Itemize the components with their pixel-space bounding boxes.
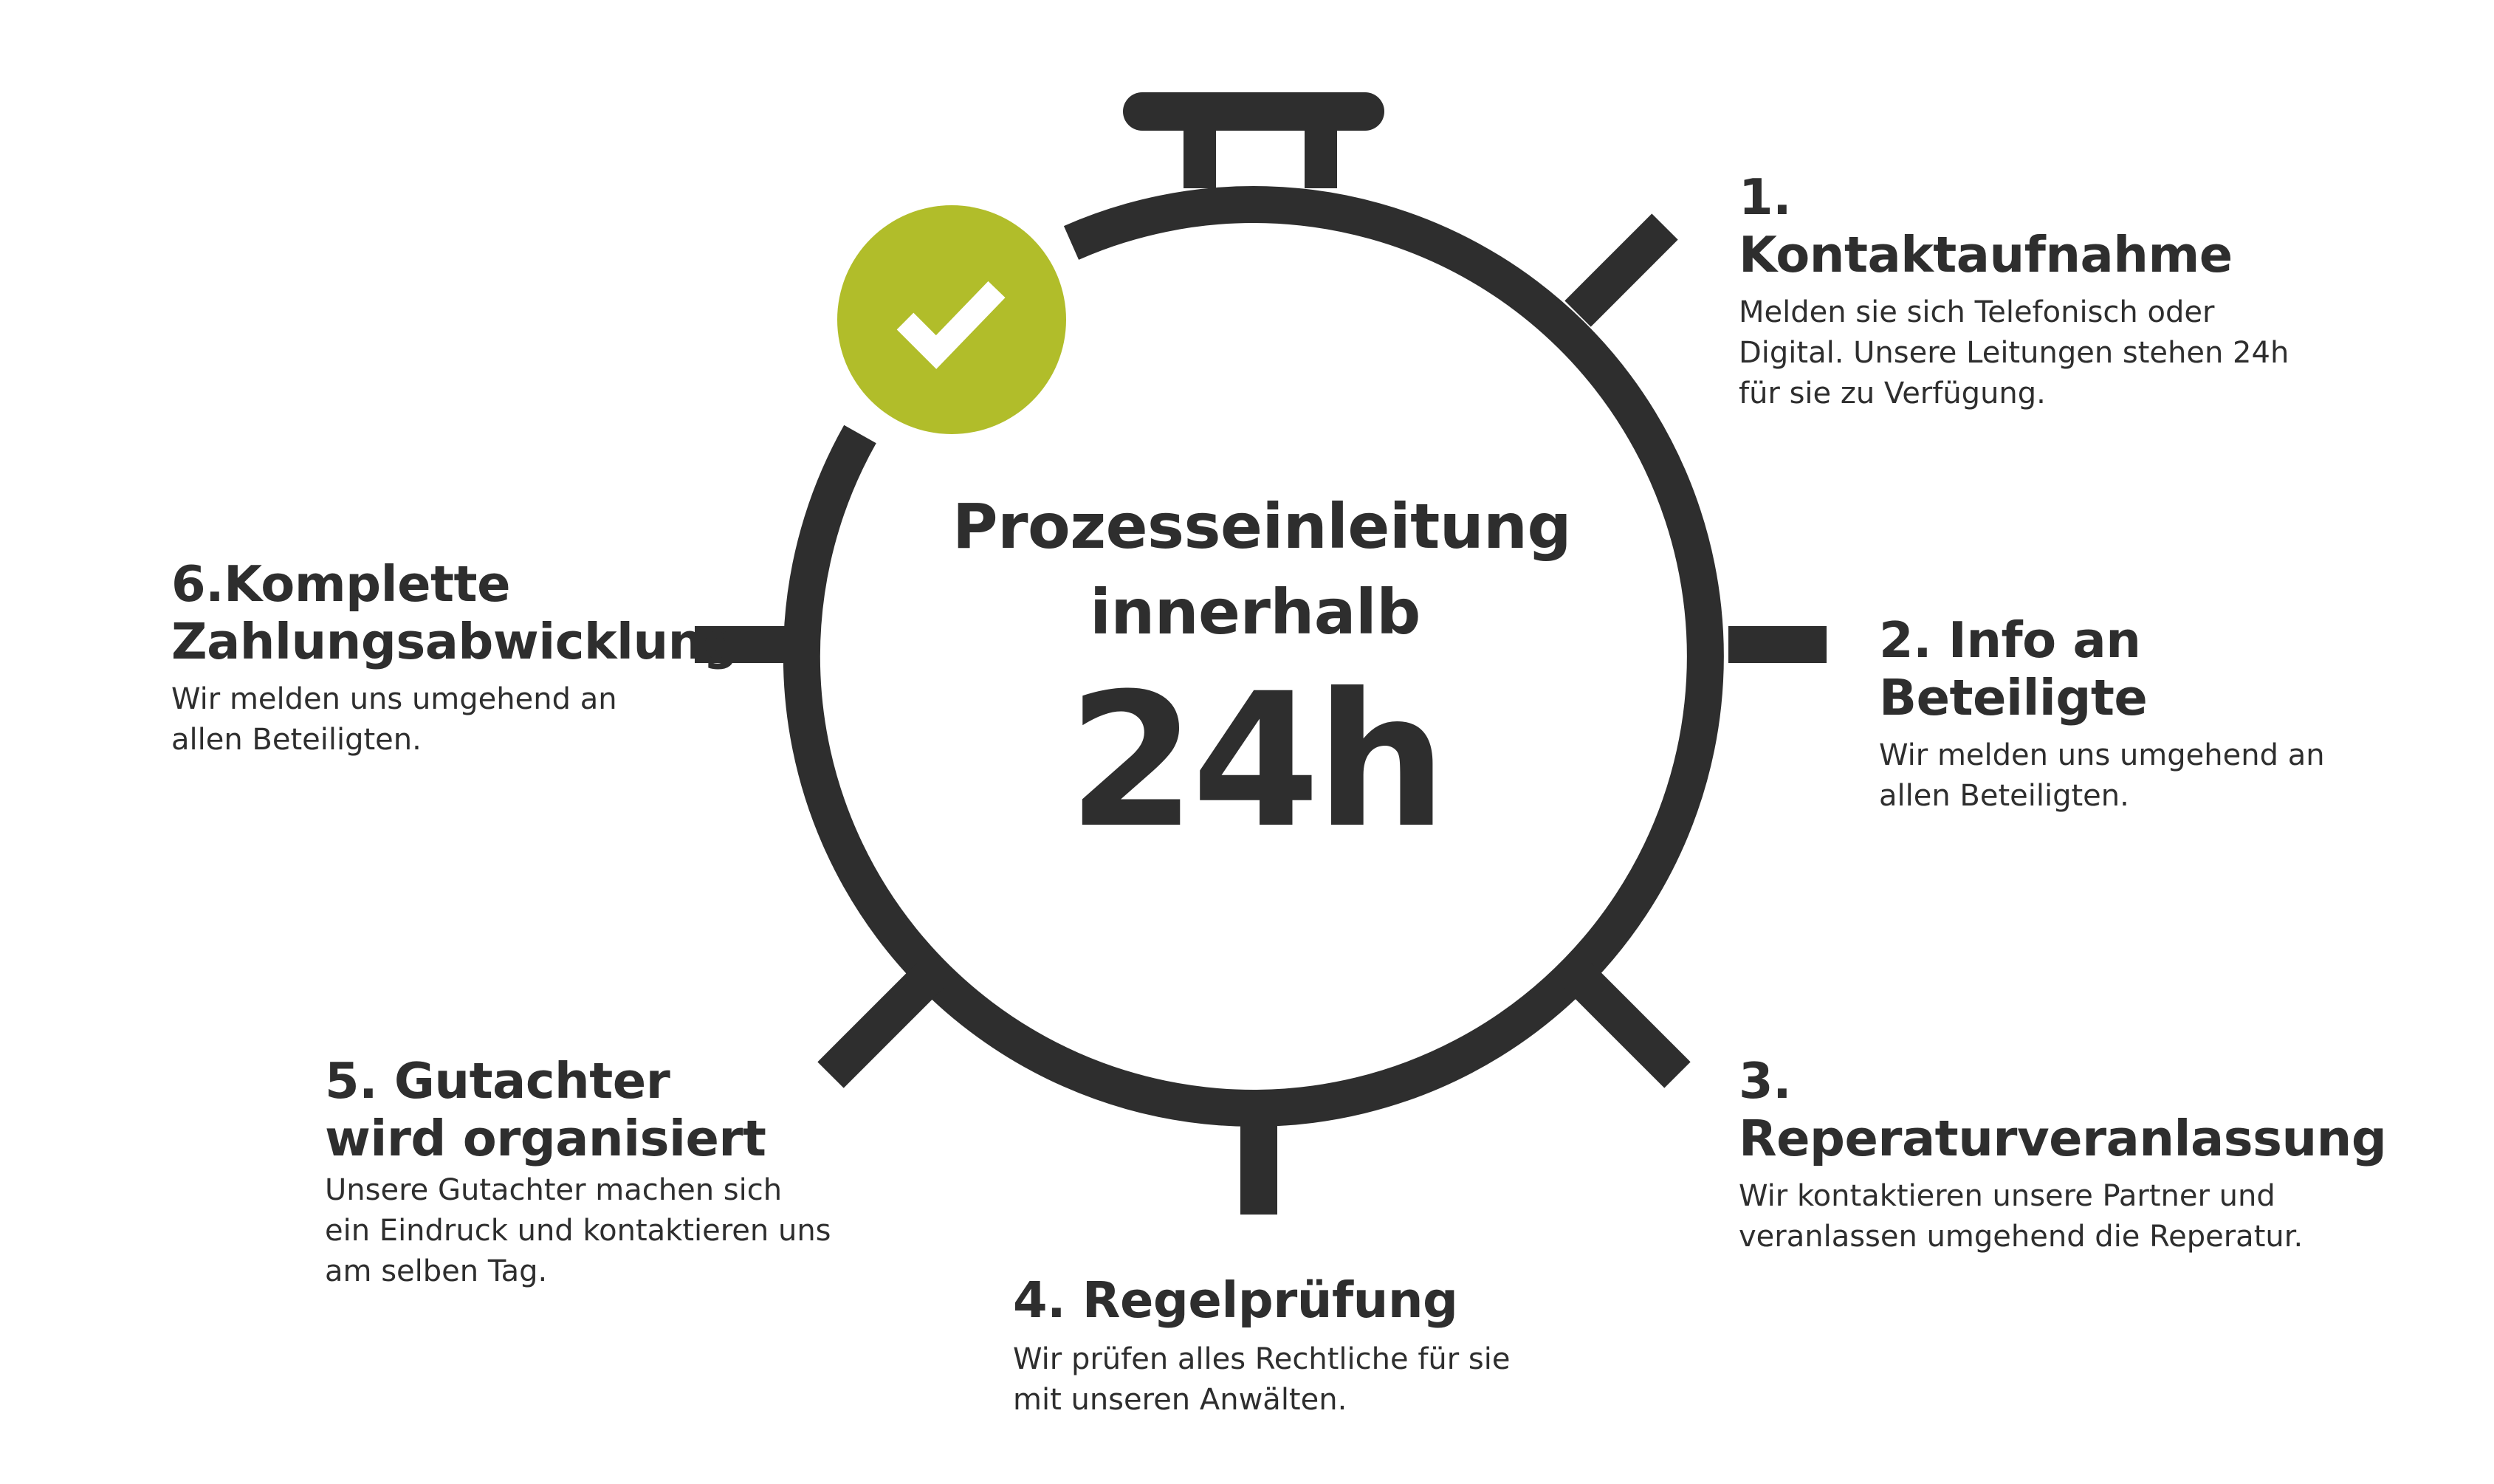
tick-step-3 <box>1564 962 1691 1088</box>
step-1-text: Melden sie sich Telefonisch oder Digital… <box>1739 295 2289 410</box>
center-line-1: Prozesseinleitung <box>952 490 1572 563</box>
center-hours: 24h <box>1068 653 1447 868</box>
step-3: 3. Reperaturveranlassung Wir kontaktiere… <box>1739 1052 2403 1257</box>
step-2: 2. Info an Beteiligte Wir melden uns umg… <box>1879 611 2359 817</box>
step-2-text: Wir melden uns umgehend an allen Beteili… <box>1879 738 2325 813</box>
step-5: 5. Gutachter wird organisiert Unsere Gut… <box>325 1052 842 1292</box>
step-5-text: Unsere Gutachter machen sich ein Eindruc… <box>325 1173 831 1288</box>
step-6-title: 6.Komplette Zahlungsabwicklung <box>171 555 738 670</box>
step-4: 4. Regelprüfung Wir prüfen alles Rechtli… <box>1013 1271 1530 1421</box>
step-4-title: 4. Regelprüfung <box>1013 1271 1458 1329</box>
step-6: 6.Komplette Zahlungsabwicklung Wir melde… <box>171 555 738 760</box>
step-3-text: Wir kontaktieren unsere Partner und vera… <box>1739 1179 2304 1254</box>
step-1: 1. Kontaktaufnahme Melden sie sich Telef… <box>1739 168 2300 414</box>
step-6-text: Wir melden uns umgehend an allen Beteili… <box>171 682 617 757</box>
step-1-title: 1. Kontaktaufnahme <box>1739 168 2233 284</box>
step-3-title: 3. Reperaturveranlassung <box>1739 1052 2387 1167</box>
step-2-title: 2. Info an Beteiligte <box>1879 611 2148 726</box>
tick-step-5 <box>817 962 944 1088</box>
center-label: Prozesseinleitung innerhalb 24h <box>952 484 1572 868</box>
center-line-2: innerhalb <box>1090 576 1421 648</box>
step-4-text: Wir prüfen alles Rechtliche für sie mit … <box>1013 1342 1511 1417</box>
tick-step-1 <box>1564 213 1678 327</box>
step-5-title: 5. Gutachter wird organisiert <box>325 1052 766 1167</box>
